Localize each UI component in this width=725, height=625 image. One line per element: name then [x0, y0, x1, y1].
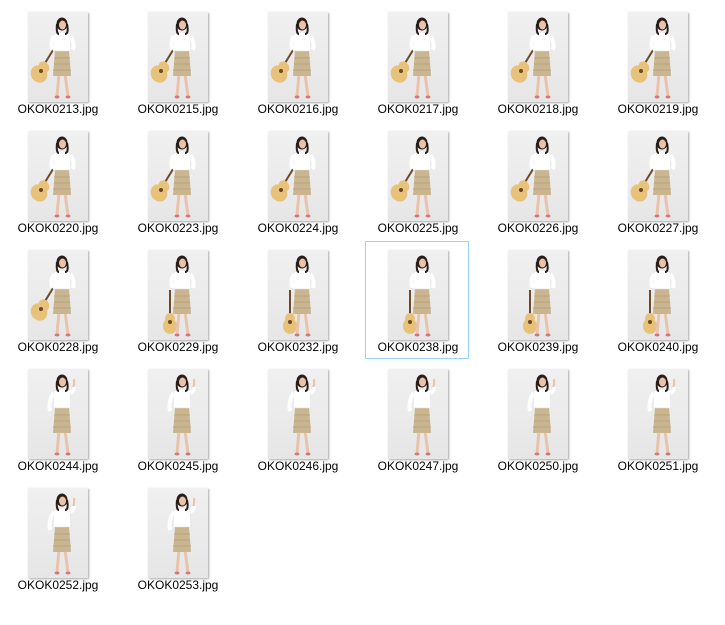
file-item[interactable]: OKOK0224.jpg — [245, 122, 349, 240]
photo-thumbnail[interactable] — [28, 250, 88, 340]
file-item[interactable]: OKOK0239.jpg — [485, 241, 589, 359]
photo-thumbnail[interactable] — [388, 131, 448, 221]
file-item[interactable]: OKOK0252.jpg — [5, 479, 109, 597]
file-name-label[interactable]: OKOK0229.jpg — [126, 340, 230, 354]
file-item[interactable]: OKOK0218.jpg — [485, 3, 589, 121]
file-name-label[interactable]: OKOK0239.jpg — [486, 340, 590, 354]
photo-thumbnail[interactable] — [388, 12, 448, 102]
file-name-label[interactable]: OKOK0218.jpg — [486, 102, 590, 116]
file-item[interactable]: OKOK0213.jpg — [5, 3, 109, 121]
photo-thumbnail[interactable] — [628, 12, 688, 102]
photo-thumbnail[interactable] — [628, 250, 688, 340]
file-name-label[interactable]: OKOK0251.jpg — [606, 459, 710, 473]
file-item[interactable]: OKOK0217.jpg — [365, 3, 469, 121]
file-item[interactable]: OKOK0244.jpg — [5, 360, 109, 478]
file-item[interactable]: OKOK0253.jpg — [125, 479, 229, 597]
photo-thumbnail[interactable] — [28, 131, 88, 221]
file-item[interactable]: OKOK0216.jpg — [245, 3, 349, 121]
file-item[interactable]: OKOK0247.jpg — [365, 360, 469, 478]
file-name-label[interactable]: OKOK0232.jpg — [246, 340, 350, 354]
photo-thumbnail[interactable] — [148, 488, 208, 578]
file-item[interactable]: OKOK0250.jpg — [485, 360, 589, 478]
file-name-label[interactable]: OKOK0225.jpg — [366, 221, 470, 235]
file-name-label[interactable]: OKOK0253.jpg — [126, 578, 230, 592]
photo-thumbnail[interactable] — [28, 488, 88, 578]
photo-thumbnail[interactable] — [268, 12, 328, 102]
file-item[interactable]: OKOK0246.jpg — [245, 360, 349, 478]
photo-thumbnail[interactable] — [28, 369, 88, 459]
file-item[interactable]: OKOK0227.jpg — [605, 122, 709, 240]
file-name-label[interactable]: OKOK0245.jpg — [126, 459, 230, 473]
file-item[interactable]: OKOK0219.jpg — [605, 3, 709, 121]
photo-thumbnail[interactable] — [508, 250, 568, 340]
photo-thumbnail[interactable] — [388, 250, 448, 340]
file-name-label[interactable]: OKOK0223.jpg — [126, 221, 230, 235]
photo-thumbnail[interactable] — [28, 12, 88, 102]
photo-thumbnail[interactable] — [148, 369, 208, 459]
file-name-label[interactable]: OKOK0226.jpg — [486, 221, 590, 235]
photo-thumbnail[interactable] — [628, 369, 688, 459]
file-item[interactable]: OKOK0226.jpg — [485, 122, 589, 240]
photo-thumbnail[interactable] — [148, 131, 208, 221]
file-name-label[interactable]: OKOK0215.jpg — [126, 102, 230, 116]
file-item[interactable]: OKOK0223.jpg — [125, 122, 229, 240]
file-item[interactable]: OKOK0245.jpg — [125, 360, 229, 478]
file-name-label[interactable]: OKOK0213.jpg — [6, 102, 110, 116]
file-name-label[interactable]: OKOK0224.jpg — [246, 221, 350, 235]
file-item[interactable]: OKOK0251.jpg — [605, 360, 709, 478]
file-item[interactable]: OKOK0228.jpg — [5, 241, 109, 359]
file-item[interactable]: OKOK0220.jpg — [5, 122, 109, 240]
file-name-label[interactable]: OKOK0228.jpg — [6, 340, 110, 354]
file-item[interactable]: OKOK0238.jpg — [365, 241, 469, 359]
file-item[interactable]: OKOK0229.jpg — [125, 241, 229, 359]
file-name-label[interactable]: OKOK0219.jpg — [606, 102, 710, 116]
file-name-label[interactable]: OKOK0247.jpg — [366, 459, 470, 473]
file-item[interactable]: OKOK0232.jpg — [245, 241, 349, 359]
file-name-label[interactable]: OKOK0217.jpg — [366, 102, 470, 116]
photo-thumbnail[interactable] — [148, 12, 208, 102]
file-item[interactable]: OKOK0240.jpg — [605, 241, 709, 359]
file-name-label[interactable]: OKOK0244.jpg — [6, 459, 110, 473]
file-name-label[interactable]: OKOK0246.jpg — [246, 459, 350, 473]
photo-thumbnail[interactable] — [148, 250, 208, 340]
photo-thumbnail[interactable] — [508, 369, 568, 459]
file-grid: OKOK0213.jpg OKOK0215.jpg OKOK0216.jpg O… — [0, 0, 725, 625]
file-name-label[interactable]: OKOK0252.jpg — [6, 578, 110, 592]
photo-thumbnail[interactable] — [508, 12, 568, 102]
file-name-label[interactable]: OKOK0238.jpg — [366, 340, 470, 354]
file-name-label[interactable]: OKOK0220.jpg — [6, 221, 110, 235]
photo-thumbnail[interactable] — [388, 369, 448, 459]
photo-thumbnail[interactable] — [268, 250, 328, 340]
file-name-label[interactable]: OKOK0250.jpg — [486, 459, 590, 473]
photo-thumbnail[interactable] — [508, 131, 568, 221]
file-name-label[interactable]: OKOK0240.jpg — [606, 340, 710, 354]
file-item[interactable]: OKOK0215.jpg — [125, 3, 229, 121]
file-name-label[interactable]: OKOK0227.jpg — [606, 221, 710, 235]
file-name-label[interactable]: OKOK0216.jpg — [246, 102, 350, 116]
photo-thumbnail[interactable] — [628, 131, 688, 221]
photo-thumbnail[interactable] — [268, 369, 328, 459]
file-item[interactable]: OKOK0225.jpg — [365, 122, 469, 240]
photo-thumbnail[interactable] — [268, 131, 328, 221]
